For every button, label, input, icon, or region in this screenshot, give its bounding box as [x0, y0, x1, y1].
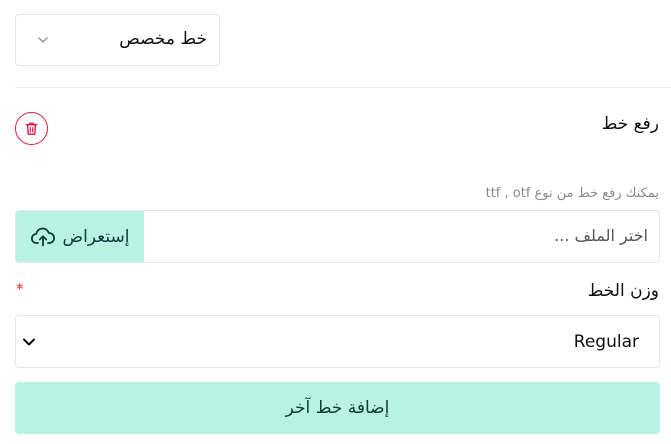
- font-weight-label: وزن الخط: [587, 281, 659, 301]
- font-type-select[interactable]: خط مخصص: [15, 14, 220, 66]
- add-font-label: إضافة خط آخر: [285, 398, 390, 418]
- chevron-down-icon: [23, 338, 35, 346]
- chevron-down-icon: [38, 37, 48, 43]
- browse-label: إستعراض: [62, 226, 130, 247]
- font-type-value: خط مخصص: [119, 29, 207, 49]
- delete-font-button[interactable]: [15, 112, 48, 145]
- browse-button[interactable]: إستعراض: [16, 211, 144, 262]
- file-input[interactable]: اختر الملف ...: [554, 226, 648, 245]
- add-another-font-button[interactable]: إضافة خط آخر: [15, 382, 660, 434]
- font-weight-value: Regular: [573, 332, 639, 352]
- upload-hint: يمكنك رفع خط من نوع ttf , otf: [485, 186, 659, 201]
- cloud-upload-icon: [30, 227, 55, 246]
- required-marker: *: [16, 280, 24, 298]
- trash-icon: [25, 122, 38, 135]
- section-divider: [15, 87, 671, 88]
- file-input-group: اختر الملف ... إستعراض: [15, 210, 660, 263]
- font-weight-select[interactable]: Regular: [15, 315, 660, 368]
- upload-font-title: رفع خط: [601, 114, 659, 134]
